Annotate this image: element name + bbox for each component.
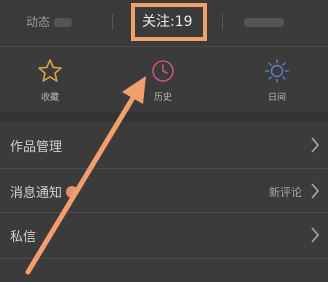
profile-screen: 动态 关注:19 收藏 历史 日间 作品管理 消息通知 新评论 私信 — [0, 0, 328, 282]
annotation-arrow — [25, 76, 146, 275]
